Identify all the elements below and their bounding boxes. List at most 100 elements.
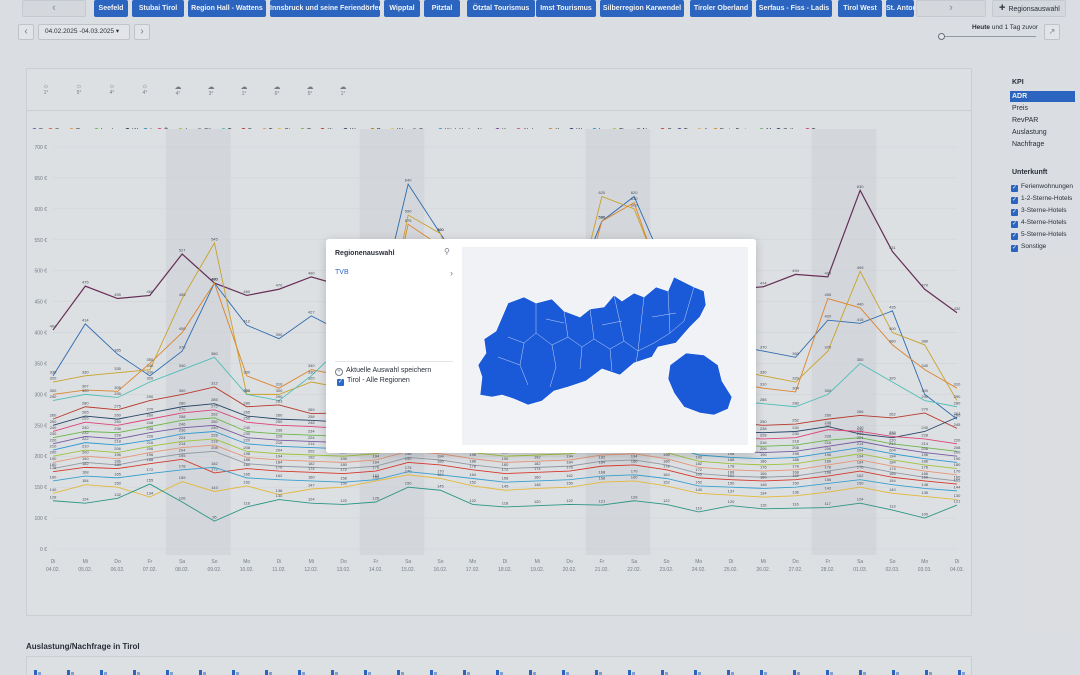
kpi-option[interactable]: Preis — [1010, 103, 1075, 114]
data-label: 300 — [179, 388, 186, 393]
data-label: 176 — [857, 465, 864, 470]
x-tick-day: Do — [566, 559, 573, 565]
data-label: 300 — [825, 388, 832, 393]
data-label: 186 — [825, 458, 832, 463]
accommodation-checkbox[interactable]: ✓ Ferienwohnungen — [1011, 182, 1073, 192]
data-label: 198 — [792, 451, 799, 456]
data-label: 182 — [211, 461, 218, 466]
data-label: 260 — [147, 413, 154, 418]
region-chip[interactable]: Innsbruck und seine Feriendörfer — [270, 0, 380, 17]
date-range-select[interactable]: 04.02.2025 -04.03.2025 ▾ — [38, 24, 130, 40]
data-label: 340 — [921, 363, 928, 368]
occupancy-bar — [892, 670, 895, 675]
data-label: 280 — [82, 400, 89, 405]
save-selection-button[interactable]: + Aktuelle Auswahl speichern — [335, 367, 431, 376]
region-chip[interactable]: Stubai Tirol — [132, 0, 184, 17]
slider-knob[interactable] — [938, 33, 945, 40]
data-label: 290 — [954, 394, 961, 399]
search-icon[interactable]: ⚲ — [444, 247, 450, 256]
chevron-right-icon: › — [949, 2, 953, 14]
data-label: 228 — [211, 432, 218, 437]
accommodation-checkbox[interactable]: ✓ Sonstige — [1011, 242, 1046, 252]
data-label: 380 — [921, 338, 928, 343]
x-tick-day: Di — [51, 559, 56, 565]
occupancy-bar — [859, 670, 862, 675]
east-tyrol-region[interactable] — [667, 352, 733, 416]
data-label: 300 — [276, 388, 283, 393]
data-label: 630 — [857, 184, 864, 189]
accommodation-checkbox[interactable]: ✓ 5-Sterne-Hotels — [1011, 230, 1067, 240]
x-tick-day: Fr — [599, 559, 604, 565]
data-label: 238 — [147, 426, 154, 431]
data-label: 580 — [599, 215, 606, 220]
data-label: 218 — [792, 439, 799, 444]
accommodation-checkbox[interactable]: ✓ 3-Sterne-Hotels — [1011, 206, 1067, 216]
modal-title: Regionenauswahl — [335, 250, 395, 257]
date-next-button[interactable]: › — [134, 24, 150, 40]
region-chip[interactable]: Silberregion Karwendel — [600, 0, 684, 17]
tvb-item[interactable]: TVB › — [335, 268, 453, 281]
kpi-option[interactable]: Nachfrage — [1010, 139, 1075, 150]
data-label: 178 — [663, 463, 670, 468]
data-label: 490 — [825, 270, 832, 275]
region-chip[interactable]: Serfaus - Fiss - Ladis — [756, 0, 832, 17]
export-button[interactable]: ↗ — [1044, 24, 1060, 40]
kpi-option[interactable]: Auslastung — [1010, 127, 1075, 138]
tyrol-map[interactable] — [462, 247, 748, 445]
checkbox-checked-icon: ✓ — [1011, 209, 1018, 216]
region-chip[interactable]: Imst Tourismus — [536, 0, 596, 17]
data-label: 238 — [760, 426, 767, 431]
data-label: 158 — [599, 476, 606, 481]
data-label: 150 — [857, 481, 864, 486]
accommodation-checkbox[interactable]: ✓ 4-Sterne-Hotels — [1011, 218, 1067, 228]
data-label: 474 — [760, 280, 767, 285]
weekend-band — [166, 129, 231, 555]
region-chip[interactable]: Ötztal Tourismus — [467, 0, 535, 17]
data-label: 206 — [825, 446, 832, 451]
data-label: 290 — [50, 394, 57, 399]
x-tick-date: 05.02. — [78, 567, 92, 573]
x-tick-date: 25.02. — [724, 567, 738, 573]
data-label: 158 — [502, 476, 509, 481]
add-region-button[interactable]: + Regionsauswahl — [992, 0, 1066, 17]
data-label: 121 — [954, 499, 961, 504]
region-chip[interactable]: Wipptal — [384, 0, 420, 17]
history-slider[interactable]: Heute und 1 Tag zuvor — [938, 24, 1038, 42]
data-label: 122 — [469, 498, 476, 503]
region-chip[interactable]: Tiroler Oberland — [690, 0, 752, 17]
tyrol-map-svg — [477, 276, 733, 416]
region-chip[interactable]: Pitztal — [424, 0, 460, 17]
data-label: 404 — [50, 324, 57, 329]
data-label: 134 — [760, 491, 767, 496]
region-chip[interactable]: Seefeld — [94, 0, 128, 17]
region-chip[interactable]: Region Hall - Wattens — [188, 0, 266, 17]
data-label: 435 — [889, 304, 896, 309]
region-prev-button[interactable]: ‹ — [22, 0, 86, 17]
data-label: 400 — [179, 326, 186, 331]
data-label: 218 — [211, 439, 218, 444]
occupancy-bar — [133, 670, 136, 675]
data-label: 150 — [566, 481, 573, 486]
date-prev-button[interactable]: ‹ — [18, 24, 34, 40]
data-label: 204 — [857, 447, 864, 452]
region-next-button[interactable]: › — [916, 0, 986, 17]
kpi-option[interactable]: ADR — [1010, 91, 1075, 102]
data-label: 280 — [792, 400, 799, 405]
all-regions-checkbox[interactable]: ✓ Tirol - Alle Regionen — [337, 377, 410, 386]
data-label: 174 — [534, 466, 541, 471]
x-tick-day: So — [437, 559, 443, 565]
checkbox-checked-icon: ✓ — [1011, 245, 1018, 252]
data-label: 155 — [147, 478, 154, 483]
occupancy-bar — [793, 670, 796, 675]
accommodation-title: Unterkunft — [1012, 169, 1048, 176]
region-bar: ‹ Seefeld Stubai Tirol Region Hall - Watte… — [0, 0, 1080, 20]
region-chip[interactable]: Tirol West — [838, 0, 882, 17]
data-label: 258 — [308, 414, 315, 419]
x-tick-date: 27.02. — [789, 567, 803, 573]
data-label: 126 — [373, 495, 380, 500]
accommodation-label: Sonstige — [1021, 243, 1047, 250]
data-label: 340 — [179, 363, 186, 368]
accommodation-checkbox[interactable]: ✓ 1-2-Sterne-Hotels — [1011, 194, 1072, 204]
kpi-option[interactable]: RevPAR — [1010, 115, 1075, 126]
region-chip[interactable]: St. Anton — [886, 0, 914, 17]
